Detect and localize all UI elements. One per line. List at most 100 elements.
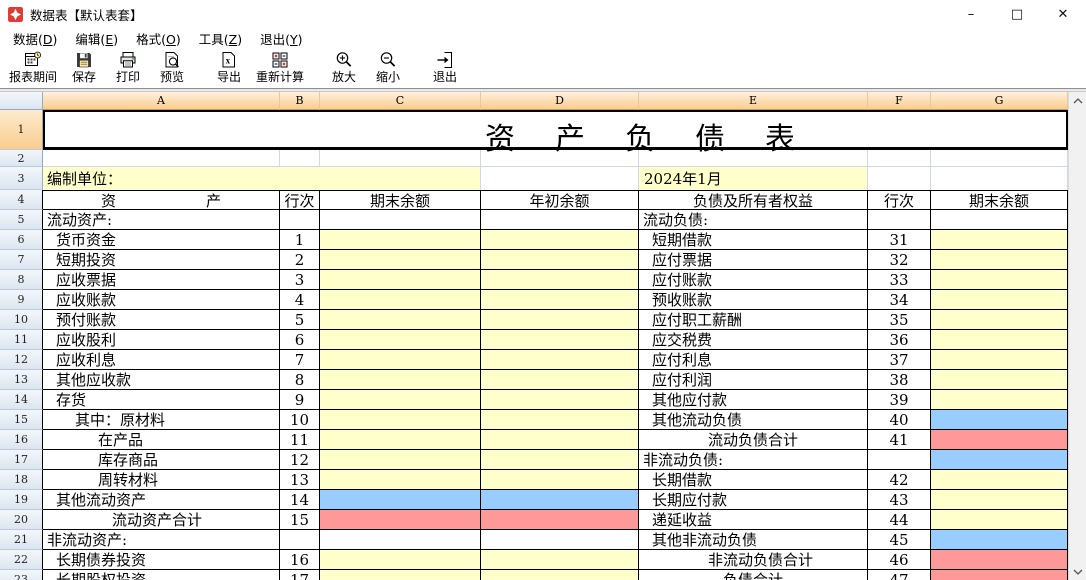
cell-asset-lineno-20[interactable]: 15 [280,510,320,530]
cell-asset-beginning-22[interactable] [481,550,639,570]
cell-asset-ending-15[interactable] [320,410,481,430]
row-header-1[interactable]: 1 [0,110,43,150]
cell-asset-ending-21[interactable] [320,530,481,550]
cell-liability-label-12[interactable]: 应付利息 [639,350,868,370]
cell-asset-ending-12[interactable] [320,350,481,370]
cell-asset-label-16[interactable]: 在产品 [43,430,280,450]
cell-asset-beginning-16[interactable] [481,430,639,450]
row-header-21[interactable]: 21 [0,530,43,550]
cell-a2[interactable] [43,150,280,167]
cell-asset-beginning-8[interactable] [481,270,639,290]
row-header-7[interactable]: 7 [0,250,43,270]
cell-liability-ending-21[interactable] [931,530,1068,550]
cell-liability-ending-13[interactable] [931,370,1068,390]
cell-liability-lineno-23[interactable]: 47 [868,570,931,580]
cell-asset-label-18[interactable]: 周转材料 [43,470,280,490]
column-header-F[interactable]: F [868,92,931,110]
cell-asset-beginning-6[interactable] [481,230,639,250]
header-liabilities-equity[interactable]: 负债及所有者权益 [639,190,868,210]
cell-asset-ending-16[interactable] [320,430,481,450]
period-cell[interactable]: 2024年1月 [639,167,868,190]
cell-liability-lineno-7[interactable]: 32 [868,250,931,270]
row-header-20[interactable]: 20 [0,510,43,530]
cell-liability-ending-11[interactable] [931,330,1068,350]
cell-asset-ending-19[interactable] [320,490,481,510]
cell-asset-label-21[interactable]: 非流动资产: [43,530,280,550]
cell-asset-beginning-15[interactable] [481,410,639,430]
scroll-down-button[interactable] [1069,563,1086,580]
cell-asset-ending-11[interactable] [320,330,481,350]
cell-asset-label-20[interactable]: 流动资产合计 [43,510,280,530]
cell-asset-label-13[interactable]: 其他应收款 [43,370,280,390]
toolbar-recalc-button[interactable]: 重新计算 [251,49,309,85]
cell-liability-lineno-9[interactable]: 34 [868,290,931,310]
row-header-6[interactable]: 6 [0,230,43,250]
cell-liability-label-19[interactable]: 长期应付款 [639,490,868,510]
cell-asset-ending-18[interactable] [320,470,481,490]
column-header-C[interactable]: C [320,92,481,110]
cell-asset-ending-13[interactable] [320,370,481,390]
cell-asset-label-17[interactable]: 库存商品 [43,450,280,470]
column-header-B[interactable]: B [280,92,320,110]
cell-liability-label-11[interactable]: 应交税费 [639,330,868,350]
cell-asset-beginning-13[interactable] [481,370,639,390]
cell-liability-lineno-22[interactable]: 46 [868,550,931,570]
cell-asset-label-23[interactable]: 长期股权投资 [43,570,280,580]
cell-liability-label-10[interactable]: 应付职工薪酬 [639,310,868,330]
cell-asset-lineno-11[interactable]: 6 [280,330,320,350]
cell-liability-lineno-21[interactable]: 45 [868,530,931,550]
cell-asset-ending-5[interactable] [320,210,481,230]
select-all-corner[interactable] [0,92,43,110]
toolbar-report-period-button[interactable]: 报表期间 [4,49,62,85]
header-assets[interactable]: 资 产 [43,190,280,210]
cell-liability-ending-9[interactable] [931,290,1068,310]
cell-liability-ending-8[interactable] [931,270,1068,290]
cell-asset-beginning-7[interactable] [481,250,639,270]
cell-liability-lineno-8[interactable]: 33 [868,270,931,290]
cell-asset-beginning-10[interactable] [481,310,639,330]
cell-liability-lineno-18[interactable]: 42 [868,470,931,490]
cell-asset-label-14[interactable]: 存货 [43,390,280,410]
column-header-D[interactable]: D [481,92,639,110]
row-header-11[interactable]: 11 [0,330,43,350]
vertical-scrollbar[interactable] [1068,92,1086,580]
row-header-13[interactable]: 13 [0,370,43,390]
cell-asset-ending-14[interactable] [320,390,481,410]
row-header-19[interactable]: 19 [0,490,43,510]
cell-liability-label-18[interactable]: 长期借款 [639,470,868,490]
header-ending-balance[interactable]: 期末余额 [320,190,481,210]
cell-g2[interactable] [931,150,1068,167]
cell-asset-lineno-15[interactable]: 10 [280,410,320,430]
cell-liability-label-13[interactable]: 应付利润 [639,370,868,390]
cell-asset-beginning-18[interactable] [481,470,639,490]
cell-liability-lineno-10[interactable]: 35 [868,310,931,330]
toolbar-preview-button[interactable]: 预览 [150,49,194,85]
cell-liability-lineno-16[interactable]: 41 [868,430,931,450]
cell-liability-lineno-17[interactable] [868,450,931,470]
cell-asset-lineno-18[interactable]: 13 [280,470,320,490]
cell-asset-lineno-16[interactable]: 11 [280,430,320,450]
row-header-16[interactable]: 16 [0,430,43,450]
cell-asset-ending-20[interactable] [320,510,481,530]
cell-asset-ending-8[interactable] [320,270,481,290]
row-header-14[interactable]: 14 [0,390,43,410]
cell-asset-ending-17[interactable] [320,450,481,470]
row-header-23[interactable]: 23 [0,570,43,580]
cell-liability-ending-15[interactable] [931,410,1068,430]
row-header-4[interactable]: 4 [0,190,43,210]
cell-liability-lineno-19[interactable]: 43 [868,490,931,510]
cell-liability-label-23[interactable]: 负债合计 [639,570,868,580]
cell-asset-beginning-17[interactable] [481,450,639,470]
cell-liability-ending-23[interactable] [931,570,1068,580]
cell-b2[interactable] [280,150,320,167]
cell-asset-lineno-8[interactable]: 3 [280,270,320,290]
cell-g3[interactable] [931,167,1068,190]
toolbar-export-button[interactable]: x导出 [207,49,251,85]
cell-asset-ending-10[interactable] [320,310,481,330]
cell-liability-ending-6[interactable] [931,230,1068,250]
cell-asset-lineno-21[interactable] [280,530,320,550]
cell-asset-ending-22[interactable] [320,550,481,570]
toolbar-print-button[interactable]: 打印 [106,49,150,85]
menu-E[interactable]: 编辑(E) [66,27,127,50]
maximize-button[interactable]: □ [994,0,1040,28]
